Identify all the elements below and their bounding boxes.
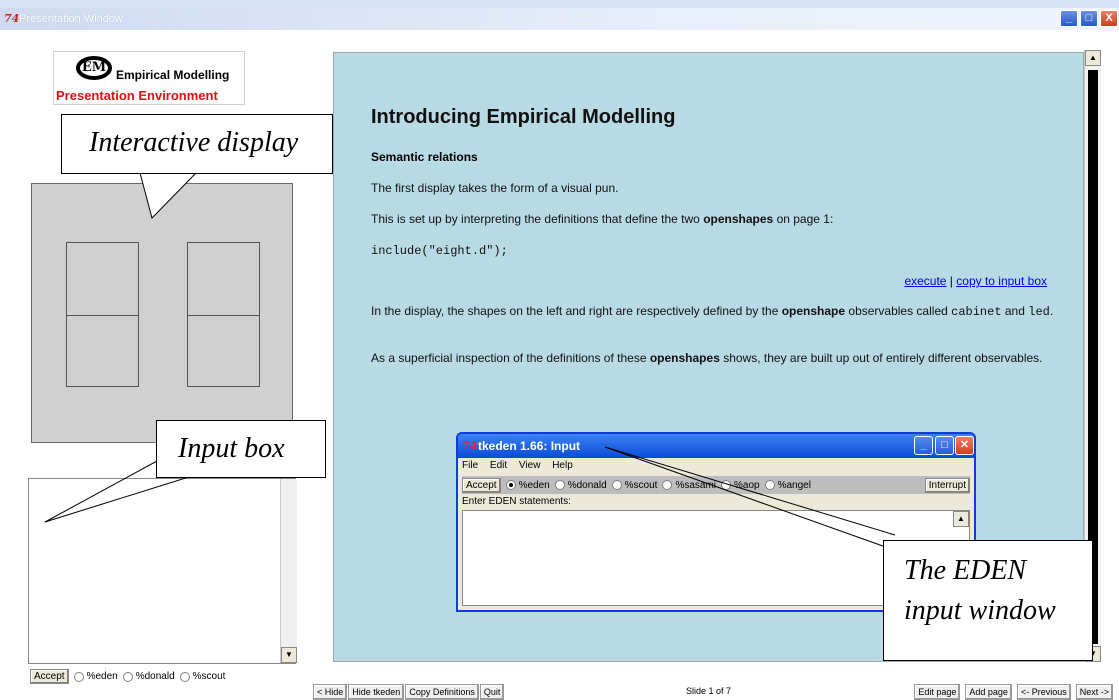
callout-eden-line2: input window: [904, 595, 1056, 626]
code-snippet: include("eight.d");: [371, 244, 508, 258]
bottom-left-buttons: < Hide Hide tkeden Copy Definitions Quit: [313, 684, 505, 700]
eden-prompt: Enter EDEN statements:: [462, 496, 571, 507]
scroll-up-icon[interactable]: ▲: [953, 511, 969, 527]
em-logo-mark: EM: [76, 56, 112, 80]
interactive-display[interactable]: [31, 183, 293, 443]
menu-file[interactable]: File: [462, 460, 478, 471]
paragraph-3: In the display, the shapes on the left a…: [371, 303, 1061, 320]
eden-radio-angel-label: %angel: [777, 479, 811, 491]
eden-titlebar[interactable]: 74 tkeden 1.66: Input _ □ ✕: [458, 434, 974, 458]
eden-radio-eden-label: %eden: [518, 479, 550, 491]
titlebar-background: [0, 8, 1119, 30]
bottom-right-buttons: Edit page Add page <- Previous Next ->: [914, 684, 1113, 700]
p3-text-a: In the display, the shapes on the left a…: [371, 304, 782, 318]
previous-button[interactable]: <- Previous: [1016, 684, 1071, 700]
code-actions: execute | copy to input box: [904, 274, 1047, 288]
eden-menubar: File Edit View Help: [462, 460, 582, 471]
logo-line2: Presentation Environment: [56, 88, 218, 103]
eden-radio-sasami-label: %sasami: [675, 479, 717, 491]
menu-edit[interactable]: Edit: [490, 460, 507, 471]
p3-bold: openshape: [781, 304, 846, 318]
interrupt-button[interactable]: Interrupt: [924, 477, 970, 493]
slide-subheading: Semantic relations: [371, 150, 478, 164]
radio-eden-label: %eden: [86, 671, 118, 682]
window-titlebar[interactable]: 74 Presentation Window _ □ X: [0, 0, 1119, 30]
scroll-up-icon[interactable]: ▲: [1085, 50, 1101, 66]
left-input-box[interactable]: [28, 478, 296, 664]
radio-sasami[interactable]: [662, 480, 673, 490]
p4-text-c: shows, they are built up out of entirely…: [719, 351, 1043, 365]
p2-text-a: This is set up by interpreting the defin…: [371, 212, 704, 226]
copy-to-input-link[interactable]: copy to input box: [956, 274, 1047, 288]
p3-code-led: led: [1028, 305, 1050, 319]
logo-line1: Empirical Modelling: [116, 68, 230, 82]
radio-angel[interactable]: [764, 480, 775, 490]
p2-text-c: on page 1:: [773, 212, 834, 226]
radio-aop[interactable]: [721, 480, 732, 490]
radio-donald[interactable]: [554, 480, 565, 490]
eden-radio-aop-label: %aop: [734, 479, 760, 491]
execute-link[interactable]: execute: [904, 274, 946, 288]
eden-minimize-button[interactable]: _: [914, 436, 933, 455]
menu-view[interactable]: View: [519, 460, 541, 471]
input-box-scrollbar[interactable]: ▼: [280, 479, 297, 663]
radio-scout-label: %scout: [192, 671, 226, 682]
eden-title: tkeden 1.66: Input: [478, 439, 581, 453]
slide-status: Slide 1 of 7: [686, 686, 732, 696]
left-accept-button[interactable]: Accept: [30, 669, 69, 684]
scroll-down-icon[interactable]: ▼: [281, 647, 297, 663]
p4-text-a: As a superficial inspection of the defin…: [371, 351, 650, 365]
eden-maximize-button[interactable]: □: [935, 436, 954, 455]
hide-button[interactable]: < Hide: [313, 684, 348, 700]
maximize-button[interactable]: □: [1080, 10, 1098, 27]
quit-button[interactable]: Quit: [479, 684, 505, 700]
slide-heading: Introducing Empirical Modelling: [371, 106, 676, 128]
paragraph-1: The first display takes the form of a vi…: [371, 181, 619, 195]
radio-eden[interactable]: [73, 671, 84, 682]
p3-text-c: observables called: [845, 304, 952, 318]
callout-input-box: Input box: [156, 420, 326, 478]
p3-text-e: .: [1049, 304, 1054, 318]
tkeden-icon: 74: [462, 439, 478, 452]
copy-definitions-button[interactable]: Copy Definitions: [405, 684, 479, 700]
radio-scout[interactable]: [611, 480, 622, 490]
callout-eden-line1: The EDEN: [904, 555, 1027, 586]
edit-page-button[interactable]: Edit page: [914, 684, 961, 700]
close-button[interactable]: X: [1100, 10, 1118, 27]
eden-accept-button[interactable]: Accept: [462, 477, 501, 493]
callout-eden-window: The EDEN input window: [883, 540, 1093, 661]
menu-help[interactable]: Help: [552, 460, 573, 471]
eden-notation-selector: Accept %eden %donald %scout %sasami %aop…: [462, 476, 970, 494]
app-icon: 74: [4, 12, 20, 25]
hide-tkeden-button[interactable]: Hide tkeden: [348, 684, 405, 700]
led-divider: [187, 315, 260, 316]
eden-radio-donald-label: %donald: [567, 479, 607, 491]
radio-donald-label: %donald: [135, 671, 175, 682]
radio-eden[interactable]: [505, 480, 516, 490]
p2-bold: openshapes: [703, 212, 774, 226]
p3-code-cabinet: cabinet: [951, 305, 1002, 319]
p3-text-d: and: [1001, 304, 1029, 318]
paragraph-4: As a superficial inspection of the defin…: [371, 350, 1061, 366]
eden-close-button[interactable]: ✕: [955, 436, 974, 455]
em-logo: EM Empirical Modelling Presentation Envi…: [53, 51, 245, 105]
left-language-selector: Accept %eden %donald %scout: [30, 669, 225, 684]
eden-radio-scout-label: %scout: [624, 479, 658, 491]
add-page-button[interactable]: Add page: [965, 684, 1012, 700]
next-button[interactable]: Next ->: [1075, 684, 1113, 700]
link-separator: |: [946, 274, 957, 288]
cabinet-divider: [66, 315, 139, 316]
radio-donald[interactable]: [122, 671, 133, 682]
paragraph-2: This is set up by interpreting the defin…: [371, 211, 1061, 227]
radio-scout[interactable]: [179, 671, 190, 682]
minimize-button[interactable]: _: [1060, 10, 1078, 27]
window-title: Presentation Window: [19, 13, 123, 25]
callout-interactive-display: Interactive display: [61, 114, 333, 174]
p4-bold: openshapes: [649, 351, 720, 365]
